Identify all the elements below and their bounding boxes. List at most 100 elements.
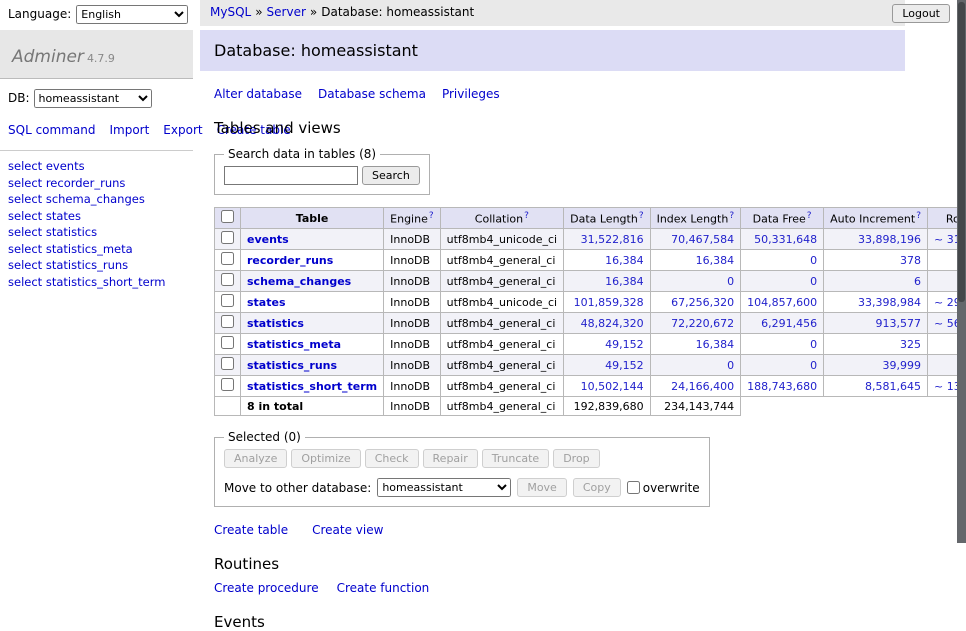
sidebar-action-link[interactable]: Import (109, 123, 149, 137)
auto-increment-cell: 33,898,196 (824, 229, 928, 250)
table-row: statistics_runs InnoDB utf8mb4_general_c… (215, 355, 966, 376)
row-checkbox-cell (215, 313, 241, 334)
row-select-checkbox[interactable] (221, 357, 234, 370)
logout-button[interactable]: Logout (892, 4, 950, 23)
move-button[interactable]: Move (517, 478, 567, 497)
move-db-select[interactable]: homeassistant (377, 478, 511, 497)
data-length-cell: 49,152 (564, 334, 650, 355)
table-total-row: 8 in total InnoDB utf8mb4_general_ci 192… (215, 397, 966, 416)
table-row: recorder_runs InnoDB utf8mb4_general_ci … (215, 250, 966, 271)
sidebar-action-link[interactable]: SQL command (8, 123, 95, 137)
sidebar-action-link[interactable]: Export (163, 123, 202, 137)
table-name-link[interactable]: statistics (247, 317, 304, 330)
index-length-cell: 16,384 (650, 250, 741, 271)
row-select-checkbox[interactable] (221, 252, 234, 265)
sidebar-table-link[interactable]: select statistics_meta (8, 242, 193, 258)
engine-cell: InnoDB (384, 292, 440, 313)
table-name-link[interactable]: states (247, 296, 286, 309)
db-action-link[interactable]: Alter database (214, 87, 302, 101)
selected-action-button[interactable]: Drop (553, 449, 599, 468)
table-name-link[interactable]: recorder_runs (247, 254, 333, 267)
selected-action-button[interactable]: Repair (423, 449, 478, 468)
sidebar-table-links: select eventsselect recorder_runsselect … (8, 159, 193, 290)
table-name-link[interactable]: statistics_meta (247, 338, 341, 351)
table-header-row: Table Engine?Collation?Data Length?Index… (215, 208, 966, 229)
column-help-link[interactable]: ? (729, 211, 734, 221)
table-row: statistics InnoDB utf8mb4_general_ci 48,… (215, 313, 966, 334)
sidebar-table-link[interactable]: select statistics_runs (8, 258, 193, 274)
db-select[interactable]: homeassistant (34, 89, 152, 108)
create-link[interactable]: Create table (214, 523, 288, 537)
sidebar-table-link[interactable]: select statistics (8, 225, 193, 241)
table-name-link[interactable]: events (247, 233, 289, 246)
select-all-checkbox[interactable] (221, 210, 234, 223)
table-name-cell: schema_changes (241, 271, 384, 292)
row-checkbox-cell (215, 292, 241, 313)
column-header: Auto Increment? (824, 208, 928, 229)
sidebar-table-link[interactable]: select schema_changes (8, 192, 193, 208)
breadcrumb-link-server[interactable]: Server (267, 5, 306, 19)
create-link[interactable]: Create view (312, 523, 383, 537)
row-checkbox-cell (215, 250, 241, 271)
engine-cell: InnoDB (384, 250, 440, 271)
sidebar-table-link[interactable]: select statistics_short_term (8, 275, 193, 291)
language-label: Language: (8, 7, 71, 21)
data-free-cell: 6,291,456 (741, 313, 824, 334)
db-action-link[interactable]: Database schema (318, 87, 426, 101)
index-length-cell: 16,384 (650, 334, 741, 355)
auto-increment-cell: 39,999 (824, 355, 928, 376)
engine-cell: InnoDB (384, 334, 440, 355)
overwrite-label: overwrite (643, 481, 700, 495)
selected-action-button[interactable]: Truncate (482, 449, 549, 468)
scrollbar[interactable] (957, 0, 966, 543)
selected-action-button[interactable]: Optimize (291, 449, 360, 468)
language-select[interactable]: English (76, 5, 188, 24)
table-name-link[interactable]: statistics_runs (247, 359, 337, 372)
table-name-link[interactable]: schema_changes (247, 275, 351, 288)
overwrite-checkbox[interactable] (627, 481, 640, 494)
column-help-link[interactable]: ? (524, 211, 529, 221)
data-free-cell: 50,331,648 (741, 229, 824, 250)
row-select-checkbox[interactable] (221, 231, 234, 244)
breadcrumb-link-mysql[interactable]: MySQL (210, 5, 251, 19)
search-button[interactable]: Search (362, 166, 420, 185)
selected-legend: Selected (0) (224, 430, 305, 444)
index-length-cell: 0 (650, 271, 741, 292)
copy-button[interactable]: Copy (573, 478, 621, 497)
table-name-cell: states (241, 292, 384, 313)
sidebar-table-link[interactable]: select events (8, 159, 193, 175)
data-free-cell: 0 (741, 334, 824, 355)
selected-action-button[interactable]: Check (365, 449, 419, 468)
column-help-link[interactable]: ? (807, 211, 812, 221)
sidebar-table-link[interactable]: select recorder_runs (8, 176, 193, 192)
selected-action-button[interactable]: Analyze (224, 449, 287, 468)
search-input[interactable] (224, 166, 358, 185)
column-help-link[interactable]: ? (916, 211, 921, 221)
index-length-cell: 72,220,672 (650, 313, 741, 334)
table-name-link[interactable]: statistics_short_term (247, 380, 377, 393)
routine-link[interactable]: Create procedure (214, 581, 319, 595)
column-help-link[interactable]: ? (429, 211, 434, 221)
move-label: Move to other database: (224, 481, 371, 495)
data-length-cell: 16,384 (564, 250, 650, 271)
row-checkbox-cell (215, 229, 241, 250)
scrollbar-thumb[interactable] (958, 2, 965, 302)
total-index-length: 234,143,744 (650, 397, 741, 416)
routine-link[interactable]: Create function (337, 581, 430, 595)
db-action-link[interactable]: Privileges (442, 87, 500, 101)
data-free-cell: 0 (741, 355, 824, 376)
select-all-cell (215, 208, 241, 229)
column-header: Index Length? (650, 208, 741, 229)
row-select-checkbox[interactable] (221, 273, 234, 286)
sidebar-table-link[interactable]: select states (8, 209, 193, 225)
row-select-checkbox[interactable] (221, 378, 234, 391)
data-free-cell: 188,743,680 (741, 376, 824, 397)
auto-increment-cell: 325 (824, 334, 928, 355)
table-name-cell: events (241, 229, 384, 250)
table-name-cell: statistics (241, 313, 384, 334)
column-help-link[interactable]: ? (639, 211, 644, 221)
row-select-checkbox[interactable] (221, 315, 234, 328)
row-select-checkbox[interactable] (221, 336, 234, 349)
row-select-checkbox[interactable] (221, 294, 234, 307)
collation-cell: utf8mb4_general_ci (440, 250, 563, 271)
